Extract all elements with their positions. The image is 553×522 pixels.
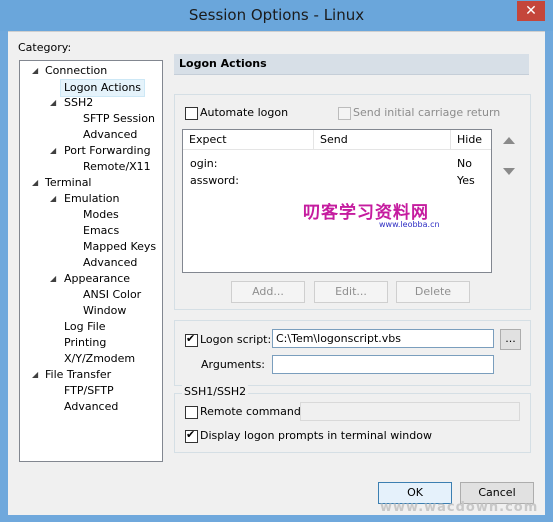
watermark-url: www.leobba.cn [379,220,440,229]
tree-item-connection[interactable]: Connection [45,63,107,79]
title-bar: Session Options - Linux ✕ [0,0,553,31]
logon-script-checkbox[interactable] [185,332,198,347]
automate-logon-label: Automate logon [200,106,289,119]
tree-item-log-file[interactable]: Log File [64,319,106,335]
tree-item-file-transfer[interactable]: File Transfer [45,367,111,383]
tree-item-mapped-keys[interactable]: Mapped Keys [83,239,156,255]
tree-item-printing[interactable]: Printing [64,335,106,351]
panel-header: Logon Actions [174,54,529,75]
automate-logon-checkbox[interactable] [185,107,198,120]
dialog-client: Category: ◢ Connection Logon Actions ◢ S… [8,31,545,515]
expanded-arrow-icon[interactable]: ◢ [50,146,56,155]
tree-item-window[interactable]: Window [83,303,126,319]
bottom-watermark: www.wacdown.com [380,500,539,515]
browse-button[interactable]: ... [500,329,521,350]
move-down-icon[interactable] [500,162,518,180]
logon-script-input[interactable]: C:\Tem\logonscript.vbs [272,329,494,348]
window-title: Session Options - Linux [188,6,365,24]
column-header-send[interactable]: Send [314,130,451,150]
remote-command-checkbox[interactable] [185,406,198,419]
table-cell-expect[interactable]: assword: [190,173,239,189]
expanded-arrow-icon[interactable]: ◢ [50,274,56,283]
expanded-arrow-icon[interactable]: ◢ [32,66,38,75]
tree-item-remote-x11[interactable]: Remote/X11 [83,159,151,175]
column-header-expect[interactable]: Expect [183,130,314,150]
tree-item-xyz-modem[interactable]: X/Y/Zmodem [64,351,135,367]
logon-script-label: Logon script: [200,333,272,346]
table-cell-hide[interactable]: No [457,156,472,172]
table-cell-hide[interactable]: Yes [457,173,475,189]
tree-item-sftp-session[interactable]: SFTP Session [83,111,155,127]
arguments-input[interactable] [272,355,494,374]
remote-command-input[interactable] [300,402,520,421]
table-cell-expect[interactable]: ogin: [190,156,217,172]
delete-button[interactable]: Delete [396,281,470,303]
tree-item-advanced[interactable]: Advanced [83,255,137,271]
expanded-arrow-icon[interactable]: ◢ [50,98,56,107]
tree-item-modes[interactable]: Modes [83,207,119,223]
send-cr-checkbox[interactable] [338,107,351,120]
tree-item-terminal[interactable]: Terminal [45,175,92,191]
tree-item-emulation[interactable]: Emulation [64,191,120,207]
tree-item-appearance[interactable]: Appearance [64,271,130,287]
panel-title: Logon Actions [179,57,267,70]
column-header-hide[interactable]: Hide [451,130,491,150]
close-icon: ✕ [525,3,537,19]
category-tree[interactable]: ◢ Connection Logon Actions ◢ SSH2 SFTP S… [19,60,163,462]
send-cr-label: Send initial carriage return [353,106,501,119]
tree-item-ssh2[interactable]: SSH2 [64,95,93,111]
close-button[interactable]: ✕ [517,1,545,21]
expanded-arrow-icon[interactable]: ◢ [32,178,38,187]
remote-command-label: Remote command: [200,405,305,418]
display-prompts-label: Display logon prompts in terminal window [200,429,432,442]
tree-item-advanced[interactable]: Advanced [83,127,137,143]
window-frame: Session Options - Linux ✕ Category: ◢ Co… [0,0,553,522]
display-prompts-checkbox[interactable] [185,428,198,443]
move-up-icon[interactable] [500,132,518,150]
add-button[interactable]: Add... [231,281,305,303]
expanded-arrow-icon[interactable]: ◢ [50,194,56,203]
tree-item-emacs[interactable]: Emacs [83,223,119,239]
tree-item-ansi-color[interactable]: ANSI Color [83,287,141,303]
edit-button[interactable]: Edit... [314,281,388,303]
category-label: Category: [18,41,72,54]
arguments-label: Arguments: [201,358,266,371]
logon-actions-table[interactable]: Expect Send Hide ogin: No assword: Yes 叨… [182,129,492,273]
expanded-arrow-icon[interactable]: ◢ [32,370,38,379]
tree-item-advanced[interactable]: Advanced [64,399,118,415]
tree-item-port-forwarding[interactable]: Port Forwarding [64,143,151,159]
tree-item-ftp-sftp[interactable]: FTP/SFTP [64,383,114,399]
ssh-group-title: SSH1/SSH2 [182,385,249,398]
